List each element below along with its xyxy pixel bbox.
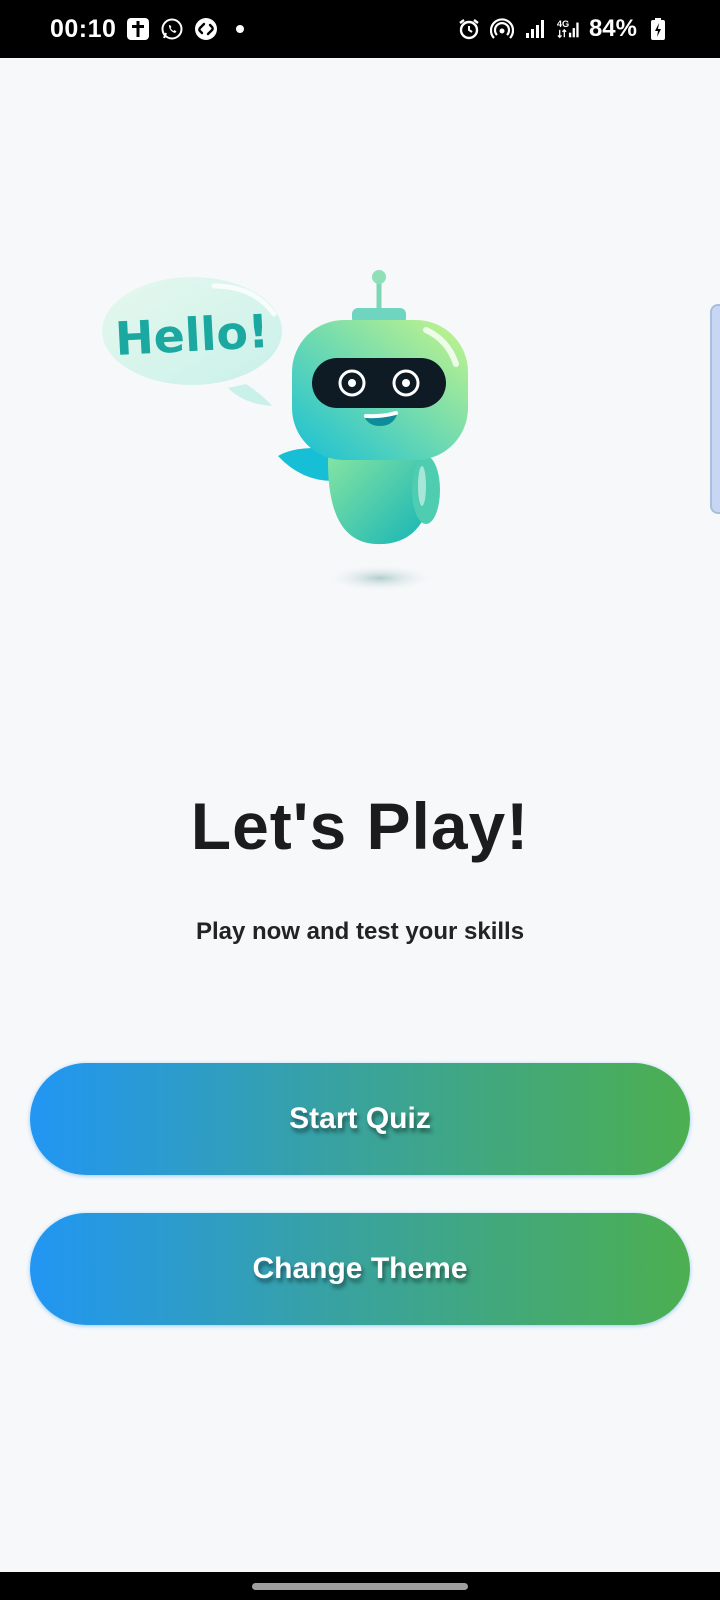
start-quiz-button[interactable]: Start Quiz (30, 1063, 690, 1175)
navigation-bar (0, 1572, 720, 1600)
status-left-group: 00:10 (50, 15, 252, 44)
svg-text:4G: 4G (557, 19, 569, 29)
cross-app-icon (126, 17, 150, 41)
speech-bubble: Hello! (102, 277, 282, 406)
hotspot-icon (489, 17, 514, 41)
status-bar: 00:10 4G 84% (0, 0, 720, 58)
home-gesture-pill[interactable] (252, 1583, 468, 1590)
battery-charging-icon (646, 17, 670, 41)
notification-dot-icon (228, 17, 252, 41)
status-right-group: 4G 84% (457, 15, 670, 43)
speech-bubble-text: Hello! (114, 304, 270, 366)
page-subtitle: Play now and test your skills (195, 918, 525, 945)
shazam-icon (194, 17, 218, 41)
edge-panel-handle[interactable] (710, 304, 720, 514)
status-time: 00:10 (50, 14, 117, 43)
battery-percentage: 84% (588, 15, 637, 42)
4g-signal-icon: 4G (556, 17, 580, 41)
robot-illustration: Hello! (96, 266, 496, 606)
page-title: Let's Play! (190, 789, 530, 863)
alarm-icon (457, 17, 481, 41)
home-screen: Hello! Let's Play! Play now and test you… (0, 58, 720, 1572)
signal-icon (523, 17, 547, 41)
change-theme-button[interactable]: Change Theme (30, 1213, 690, 1325)
whatsapp-icon (160, 17, 184, 41)
